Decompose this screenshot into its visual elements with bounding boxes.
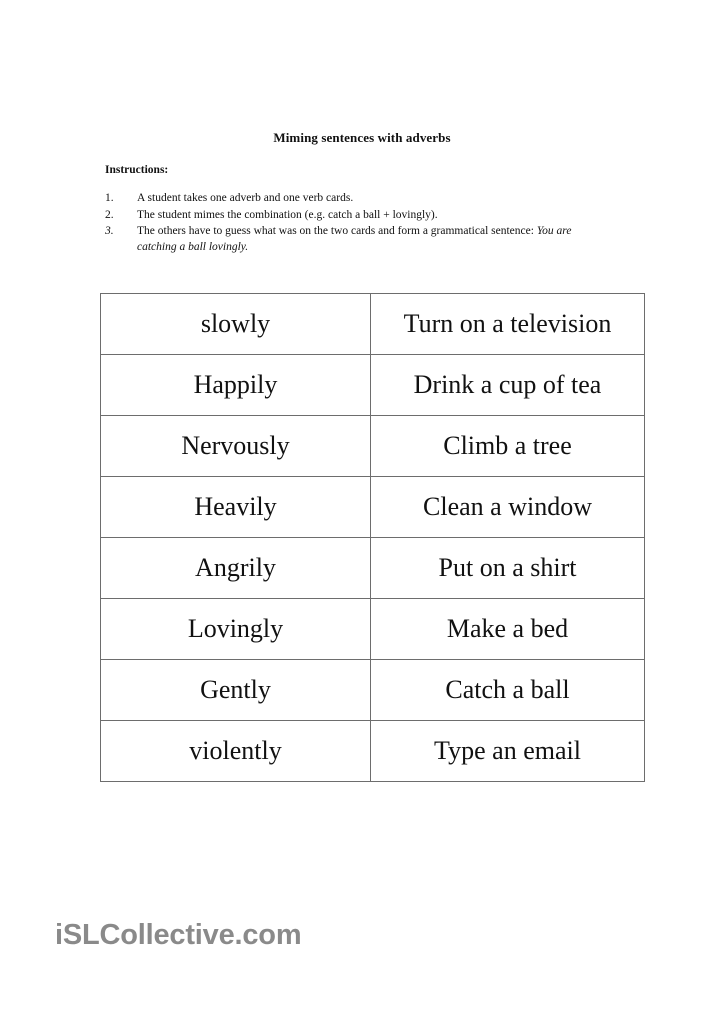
instructions-heading: Instructions: <box>105 164 169 176</box>
page-title: Miming sentences with adverbs <box>273 130 451 145</box>
adverb-card-cell[interactable]: Nervously <box>100 415 371 477</box>
table-row: Nervously Climb a tree <box>100 415 645 477</box>
instruction-step-body: The student mimes the combination (e.g. … <box>137 208 438 221</box>
instruction-step-text: A student takes one adverb and one verb … <box>137 191 575 207</box>
instructions-section: Instructions: 1. A student takes one adve… <box>105 163 575 256</box>
instruction-step-number: 1. <box>105 192 114 204</box>
instruction-step-text: The student mimes the combination (e.g. … <box>137 208 575 224</box>
instructions-list: 1. A student takes one adverb and one ver… <box>105 191 575 255</box>
table-row: violently Type an email <box>100 720 645 782</box>
instruction-step: 1. A student takes one adverb and one ver… <box>105 191 575 207</box>
instruction-step-text: The others have to guess what was on the… <box>137 224 575 255</box>
adverb-card-cell[interactable]: slowly <box>100 293 371 355</box>
adverb-card-cell[interactable]: Happily <box>100 354 371 416</box>
verb-card-cell[interactable]: Climb a tree <box>370 415 645 477</box>
verb-card-cell[interactable]: Catch a ball <box>370 659 645 721</box>
verb-card-cell[interactable]: Clean a window <box>370 476 645 538</box>
instruction-step-body: A student takes one adverb and one verb … <box>137 192 354 204</box>
table-row: Gently Catch a ball <box>100 659 645 721</box>
instruction-step-number: 3. <box>105 225 114 237</box>
table-row: Angrily Put on a shirt <box>100 537 645 599</box>
verb-card-cell[interactable]: Make a bed <box>370 598 645 660</box>
adverb-card-cell[interactable]: Angrily <box>100 537 371 599</box>
verb-card-cell[interactable]: Turn on a television <box>370 293 645 355</box>
islcollective-watermark: iSLCollective.com <box>55 919 302 951</box>
verb-card-cell[interactable]: Put on a shirt <box>370 537 645 599</box>
instruction-step-number: 2. <box>105 208 114 221</box>
table-row: Lovingly Make a bed <box>100 598 645 660</box>
instruction-step: 2. The student mimes the combination (e.g… <box>105 208 575 224</box>
worksheet-page: Miming sentences with adverbs Instructio… <box>0 0 724 1024</box>
adverb-card-cell[interactable]: Lovingly <box>100 598 371 660</box>
instruction-step: 3. The others have to guess what was on t… <box>105 224 575 255</box>
adverb-verb-cards-table: slowly Turn on a television Happily Drink a… <box>100 293 645 782</box>
table-row: slowly Turn on a television <box>100 293 645 355</box>
table-row: Heavily Clean a window <box>100 476 645 538</box>
table-row: Happily Drink a cup of tea <box>100 354 645 416</box>
verb-card-cell[interactable]: Type an email <box>370 720 645 782</box>
adverb-card-cell[interactable]: Gently <box>100 659 371 721</box>
adverb-card-cell[interactable]: violently <box>100 720 371 782</box>
instruction-step-body: The others have to guess what was on the… <box>137 225 537 237</box>
verb-card-cell[interactable]: Drink a cup of tea <box>370 354 645 416</box>
adverb-card-cell[interactable]: Heavily <box>100 476 371 538</box>
